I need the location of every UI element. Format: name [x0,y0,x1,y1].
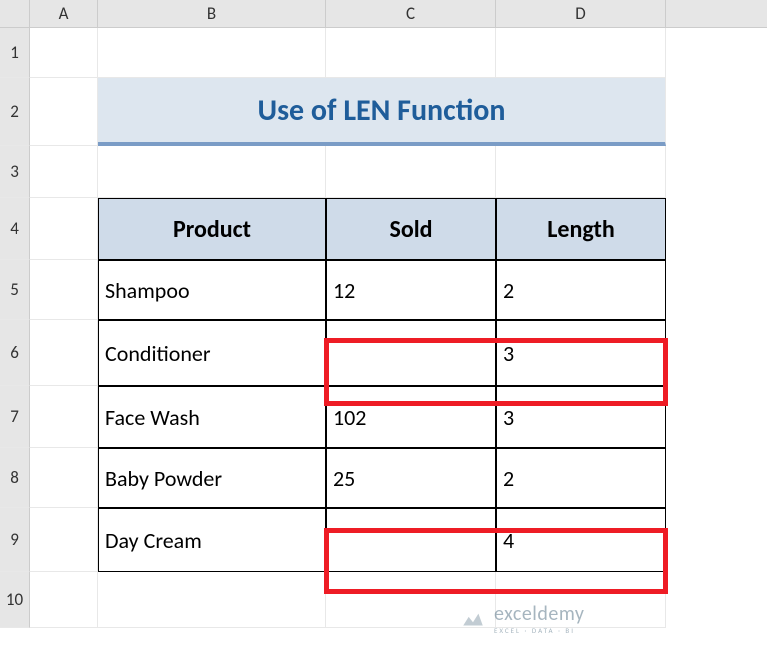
row-header-9[interactable]: 9 [0,508,30,572]
col-header-C[interactable]: C [326,0,496,27]
cell-C3[interactable] [326,146,496,198]
row-header-3[interactable]: 3 [0,146,30,198]
sheet-area: Use of LEN Function Product Sold Length … [30,28,767,648]
row-header-10[interactable]: 10 [0,572,30,628]
cell-D1[interactable] [496,28,666,78]
cell-B5[interactable]: Shampoo [98,260,326,320]
cell-C7[interactable]: 102 [326,386,496,448]
cell-D8[interactable]: 2 [496,448,666,508]
row-header-2[interactable]: 2 [0,78,30,146]
exceldemy-logo-icon [460,606,486,632]
cell-A2[interactable] [30,78,98,146]
cell-C8[interactable]: 25 [326,448,496,508]
cell-A4[interactable] [30,198,98,260]
header-sold[interactable]: Sold [326,198,496,260]
cell-C6[interactable] [326,320,496,386]
col-header-B[interactable]: B [98,0,326,27]
cell-B3[interactable] [98,146,326,198]
row-header-8[interactable]: 8 [0,448,30,508]
cell-D7[interactable]: 3 [496,386,666,448]
select-all-corner[interactable] [0,0,30,27]
cell-A9[interactable] [30,508,98,572]
column-headers: A B C D [0,0,767,28]
cell-A7[interactable] [30,386,98,448]
cell-B9[interactable]: Day Cream [98,508,326,572]
cell-A1[interactable] [30,28,98,78]
cell-A6[interactable] [30,320,98,386]
col-header-D[interactable]: D [496,0,666,27]
cell-D5[interactable]: 2 [496,260,666,320]
row-header-1[interactable]: 1 [0,28,30,78]
cell-A5[interactable] [30,260,98,320]
cell-B8[interactable]: Baby Powder [98,448,326,508]
header-length[interactable]: Length [496,198,666,260]
row-header-6[interactable]: 6 [0,320,30,386]
header-product[interactable]: Product [98,198,326,260]
cell-C5[interactable]: 12 [326,260,496,320]
cell-D3[interactable] [496,146,666,198]
cell-D9[interactable]: 4 [496,508,666,572]
cell-A8[interactable] [30,448,98,508]
spreadsheet-grid: A B C D 1 2 3 4 5 6 7 8 9 10 Use of LEN … [0,0,767,648]
cell-A10[interactable] [30,572,98,628]
cell-A3[interactable] [30,146,98,198]
cell-B10[interactable] [98,572,326,628]
cell-C9[interactable] [326,508,496,572]
watermark: exceldemy EXCEL · DATA · BI [460,602,584,635]
row-headers: 1 2 3 4 5 6 7 8 9 10 [0,28,30,628]
watermark-tag: EXCEL · DATA · BI [494,626,584,635]
row-header-7[interactable]: 7 [0,386,30,448]
cell-B7[interactable]: Face Wash [98,386,326,448]
watermark-name: exceldemy [494,602,584,626]
col-header-A[interactable]: A [30,0,98,27]
cell-D6[interactable]: 3 [496,320,666,386]
cell-C1[interactable] [326,28,496,78]
cell-B1[interactable] [98,28,326,78]
row-header-5[interactable]: 5 [0,260,30,320]
row-header-4[interactable]: 4 [0,198,30,260]
cell-B6[interactable]: Conditioner [98,320,326,386]
title-cell[interactable]: Use of LEN Function [98,78,666,146]
